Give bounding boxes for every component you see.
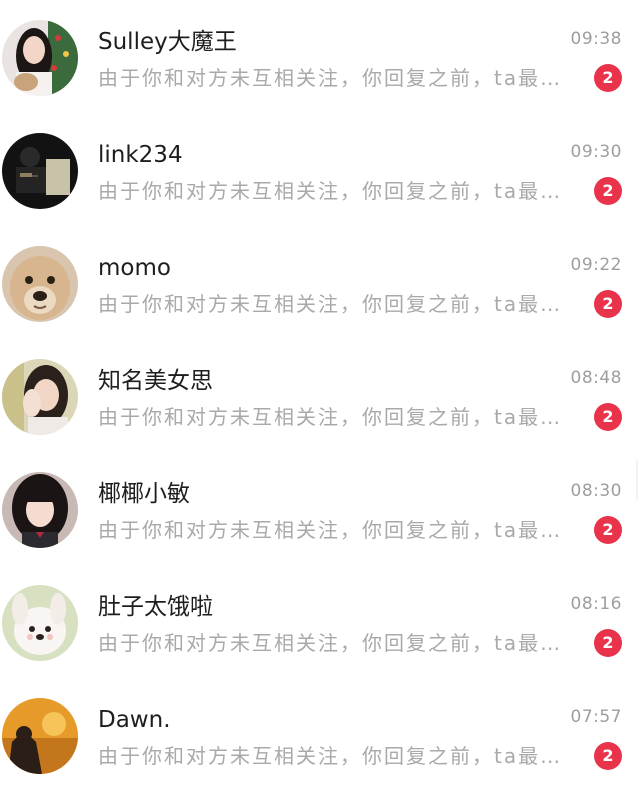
avatar[interactable] — [2, 133, 78, 209]
unread-badge: 2 — [594, 403, 622, 431]
avatar-girl-hand-icon — [2, 359, 78, 435]
message-time: 08:16 — [570, 594, 622, 614]
message-preview: 由于你和对方未互相关注，你回复之前，ta最多只能发送一条消息 — [98, 292, 578, 316]
unread-badge: 2 — [594, 516, 622, 544]
avatar[interactable] — [2, 585, 78, 661]
message-time: 07:57 — [570, 707, 622, 727]
contact-name: momo — [98, 255, 171, 281]
conversation-row[interactable]: Sulley大魔王 09:38 由于你和对方未互相关注，你回复之前，ta最多只能… — [0, 0, 638, 113]
message-preview: 由于你和对方未互相关注，你回复之前，ta最多只能发送一条消息 — [98, 179, 578, 203]
conversation-row[interactable]: link234 09:30 由于你和对方未互相关注，你回复之前，ta最多只能发送… — [0, 113, 638, 226]
avatar[interactable] — [2, 359, 78, 435]
message-time: 09:38 — [570, 29, 622, 49]
contact-name: 肚子太饿啦 — [98, 594, 213, 620]
unread-badge: 2 — [594, 629, 622, 657]
message-preview: 由于你和对方未互相关注，你回复之前，ta最多只能发送一条消息 — [98, 631, 578, 655]
avatar-girl-dark-hair-icon — [2, 472, 78, 548]
contact-name: 知名美女思 — [98, 368, 213, 394]
unread-badge: 2 — [594, 742, 622, 770]
message-time: 08:30 — [570, 481, 622, 501]
message-time: 09:22 — [570, 255, 622, 275]
avatar[interactable] — [2, 20, 78, 96]
avatar-white-puppy-icon — [2, 585, 78, 661]
message-time: 09:30 — [570, 142, 622, 162]
avatar-dark-figure-icon — [2, 133, 78, 209]
conversation-row[interactable]: Dawn. 07:57 由于你和对方未互相关注，你回复之前，ta最多只能发送一条… — [0, 678, 638, 791]
conversation-row[interactable]: 知名美女思 08:48 由于你和对方未互相关注，你回复之前，ta最多只能发送一条… — [0, 339, 638, 452]
avatar-orange-sunset-icon — [2, 698, 78, 774]
unread-badge: 2 — [594, 177, 622, 205]
avatar[interactable] — [2, 246, 78, 322]
avatar-girl-christmas-icon — [2, 20, 78, 96]
message-time: 08:48 — [570, 368, 622, 388]
contact-name: Dawn. — [98, 707, 171, 733]
unread-badge: 2 — [594, 64, 622, 92]
avatar[interactable] — [2, 472, 78, 548]
contact-name: Sulley大魔王 — [98, 29, 237, 55]
conversation-row[interactable]: 肚子太饿啦 08:16 由于你和对方未互相关注，你回复之前，ta最多只能发送一条… — [0, 565, 638, 678]
message-preview: 由于你和对方未互相关注，你回复之前，ta最多只能发送一条消息 — [98, 66, 578, 90]
conversation-row[interactable]: 椰椰小敏 08:30 由于你和对方未互相关注，你回复之前，ta最多只能发送一条消… — [0, 452, 638, 565]
contact-name: link234 — [98, 142, 183, 168]
unread-badge: 2 — [594, 290, 622, 318]
conversation-list: Sulley大魔王 09:38 由于你和对方未互相关注，你回复之前，ta最多只能… — [0, 0, 638, 806]
conversation-row[interactable]: momo 09:22 由于你和对方未互相关注，你回复之前，ta最多只能发送一条消… — [0, 226, 638, 339]
message-preview: 由于你和对方未互相关注，你回复之前，ta最多只能发送一条消息 — [98, 744, 578, 768]
message-preview: 由于你和对方未互相关注，你回复之前，ta最多只能发送一条消息 — [98, 405, 578, 429]
message-preview: 由于你和对方未互相关注，你回复之前，ta最多只能发送一条消息 — [98, 518, 578, 542]
contact-name: 椰椰小敏 — [98, 481, 190, 507]
avatar[interactable] — [2, 698, 78, 774]
avatar-dog-icon — [2, 246, 78, 322]
